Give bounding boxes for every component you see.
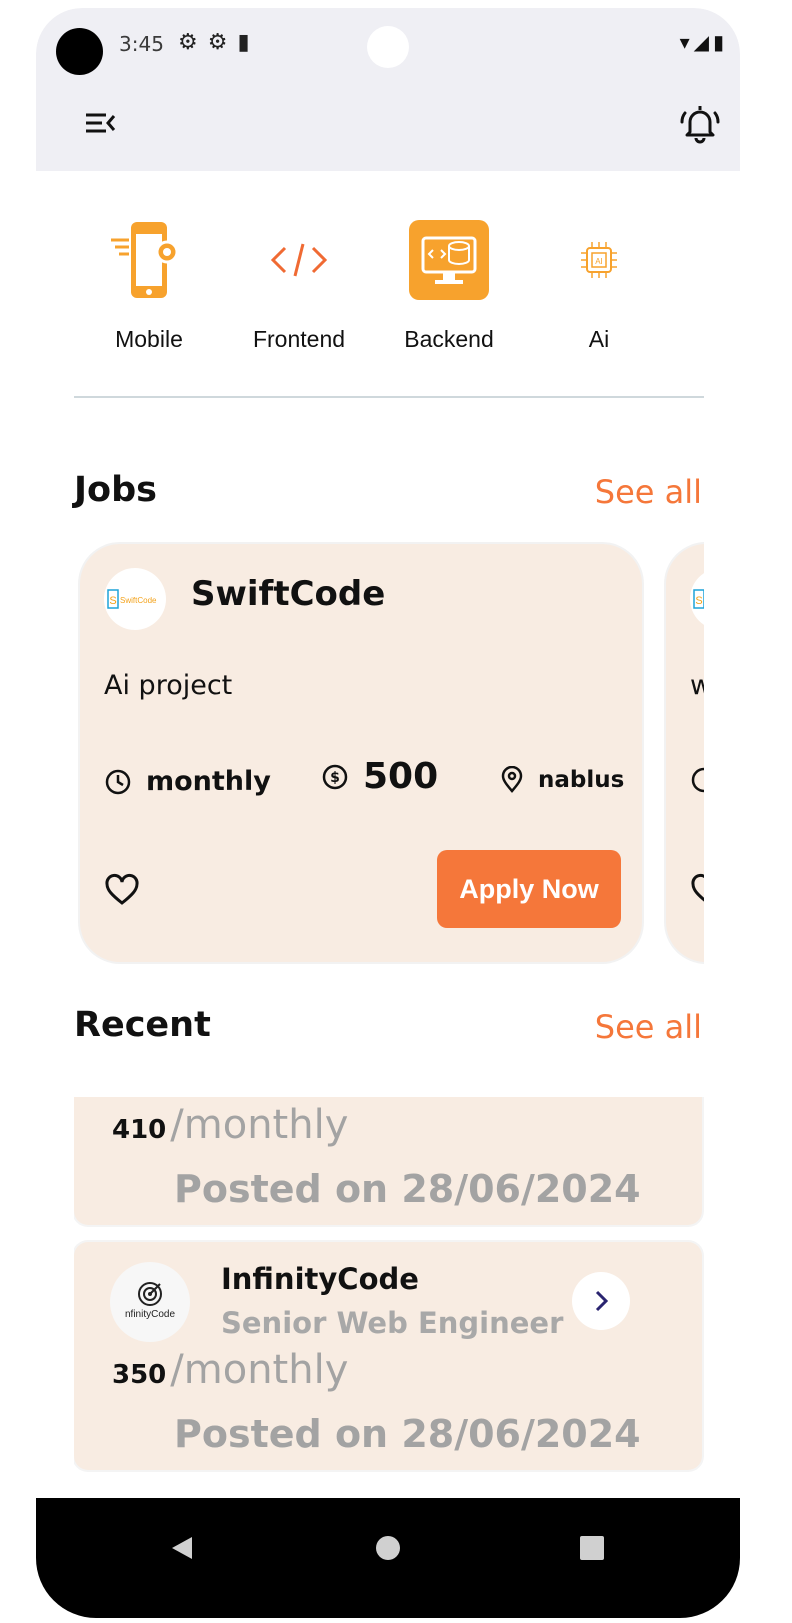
salary-period: /monthly [170,1102,349,1148]
system-status-icons: ▾◢▮ [679,30,728,54]
company-name: SwiftCode [191,574,386,614]
location-pin-icon [501,766,523,793]
app-header: 3:45 ⚙⚙▮ ▾◢▮ [36,8,740,171]
category-label: Frontend [252,326,346,352]
category-list: Mobile Frontend Backend AI Ai [74,208,704,368]
svg-text:SwiftCode: SwiftCode [120,596,157,605]
job-period [690,766,704,794]
mobile-settings-icon [109,220,189,300]
database-monitor-icon [409,220,489,300]
job-project: Ai project [104,670,233,701]
job-period-text: monthly [146,766,271,797]
recent-see-all-link[interactable]: See all [595,1008,702,1046]
category-label: Mobile [115,326,183,352]
ai-chip-icon: AI [559,220,639,300]
category-label: Backend [404,326,494,352]
category-mobile[interactable]: Mobile [74,208,224,368]
recent-list[interactable]: 410 /monthly Posted on 28/06/2024 nfinit… [74,1097,704,1487]
status-time: 3:45 [119,32,164,56]
job-location-text: nablus [538,767,625,793]
menu-collapse-icon[interactable] [84,108,124,138]
company-logo: S [690,568,704,630]
recent-section-title: Recent [74,1005,211,1045]
job-period: monthly [104,766,271,797]
back-icon[interactable] [153,1518,213,1578]
phone-screen: 3:45 ⚙⚙▮ ▾◢▮ Mobile Frontend Backend AI … [36,8,740,1618]
jobs-section-title: Jobs [74,470,157,510]
dollar-circle-icon: $ [322,764,348,789]
camera-punch-hole [367,26,409,68]
svg-text:$: $ [330,770,340,786]
status-notification-icons: ⚙⚙▮ [178,30,260,55]
category-ai[interactable]: AI Ai [524,208,674,368]
company-logo: S SwiftCode [104,568,166,630]
code-brackets-icon [259,220,339,300]
heart-icon[interactable] [690,872,704,908]
home-icon[interactable] [358,1518,418,1578]
posted-date: Posted on 28/06/2024 [174,1412,641,1456]
salary-amount: 350 [112,1360,167,1390]
svg-text:S: S [695,595,702,607]
job-location: nablus [500,766,624,794]
posted-date: Posted on 28/06/2024 [174,1167,641,1211]
jobs-carousel[interactable]: S SwiftCode SwiftCode Ai project monthly… [74,540,704,975]
salary-period: /monthly [170,1347,349,1393]
clock-icon [691,767,704,793]
job-salary: $ 500 [321,756,438,797]
notification-bell-icon[interactable] [676,100,724,148]
recent-salary: 410 /monthly [112,1102,348,1148]
recent-job-item[interactable]: 410 /monthly Posted on 28/06/2024 [74,1097,702,1225]
clock-icon [105,769,131,794]
category-divider [74,396,704,398]
job-project: w [690,670,704,701]
category-backend[interactable]: Backend [374,208,524,368]
svg-text:AI: AI [595,257,603,266]
chevron-right-icon [595,1290,609,1312]
recent-salary: 350 /monthly [112,1347,348,1393]
category-label: Ai [588,326,610,352]
salary-amount: 410 [112,1115,167,1145]
heart-icon[interactable] [104,872,140,908]
recent-apps-icon[interactable] [562,1518,622,1578]
svg-text:S: S [109,595,116,607]
job-role: Senior Web Engineer [221,1306,564,1340]
job-salary-text: 500 [363,756,439,797]
category-frontend[interactable]: Frontend [224,208,374,368]
open-job-button[interactable] [572,1272,630,1330]
job-card[interactable]: S w [666,544,704,962]
jobs-see-all-link[interactable]: See all [595,473,702,511]
company-name: InfinityCode [221,1262,419,1296]
svg-text:nfinityCode: nfinityCode [125,1309,175,1320]
company-logo: nfinityCode [110,1262,190,1342]
recent-job-item[interactable]: nfinityCode InfinityCode Senior Web Engi… [74,1242,702,1470]
front-camera [56,28,103,75]
apply-now-button[interactable]: Apply Now [437,850,621,928]
job-card[interactable]: S SwiftCode SwiftCode Ai project monthly… [80,544,642,962]
system-navigation-bar [36,1498,740,1618]
